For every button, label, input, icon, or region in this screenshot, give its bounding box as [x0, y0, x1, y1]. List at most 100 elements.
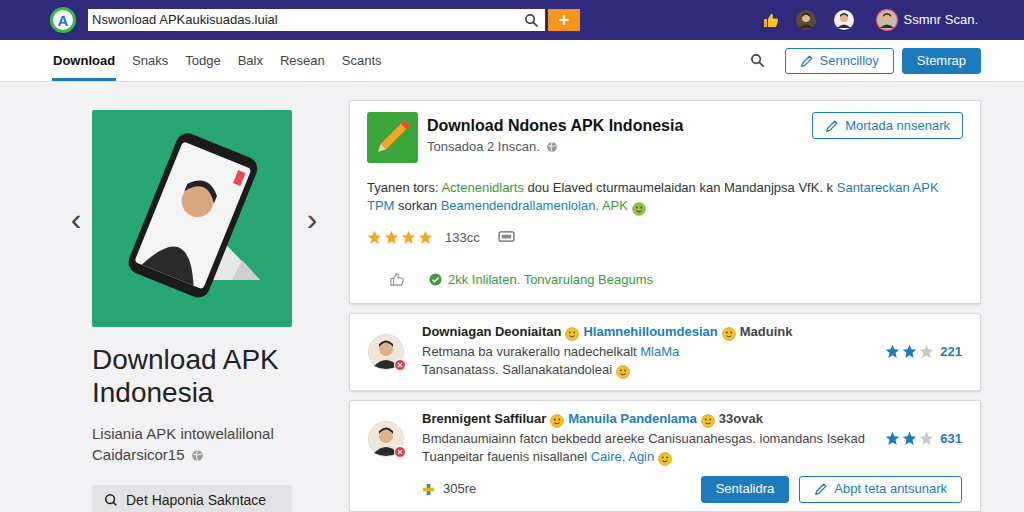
star-icon	[401, 230, 416, 245]
review-buttons: Sentalidra Abpt teta antsunark	[701, 476, 962, 503]
text-part: sorkan	[394, 198, 440, 213]
emoji-icon	[565, 327, 579, 341]
app-panel: Download Ndones APK IndonesiaTonsadoa 2 …	[349, 100, 981, 512]
nav-tab[interactable]: Resean	[279, 40, 326, 81]
search-box	[88, 9, 545, 31]
app-title: Download Ndones APK Indonesia	[427, 116, 812, 136]
review-card: Downiagan Deoniaitan Hlamnehilloumdesian M…	[349, 313, 981, 391]
text-part: Caire, Agin	[591, 449, 655, 464]
install-note-text: 2kk Inlilaten. Tonvarulang Beagums	[448, 270, 653, 290]
avatar-icon[interactable]	[796, 10, 816, 30]
rating-value: 631	[940, 429, 962, 449]
text-run: Tuanpeitar fauenis nisallanel	[422, 449, 591, 464]
text-part	[701, 412, 715, 430]
app-description: Tyanen tors: Actenenidlarts dou Elaved c…	[367, 179, 963, 217]
text-run: MlaMa	[640, 344, 679, 359]
text-part: Tansanatass. Sallanakatandoleai	[422, 362, 612, 377]
nav-tab[interactable]: Download	[52, 40, 116, 81]
hero-image	[92, 110, 292, 327]
text-part: Hlamnehilloumdesian	[583, 324, 717, 339]
logo-letter: A	[58, 13, 69, 28]
app-subtitle-text: Tonsadoa 2 Inscan.	[427, 137, 540, 157]
tab-label: Todge	[185, 51, 220, 71]
text-run: APK	[599, 198, 628, 213]
review-main: Downiagan Deoniaitan Hlamnehilloumdesian M…	[368, 323, 962, 381]
search-icon[interactable]	[524, 13, 539, 28]
rating-value: 221	[940, 342, 962, 362]
text-run: Tyanen tors:	[367, 180, 441, 195]
review-header: Brennigent SaffiluarManuila Pandenlama33…	[422, 410, 875, 430]
review-rating: 631	[885, 429, 962, 449]
nav-buttons: Senncilloy Stemrap	[785, 48, 981, 74]
nav-tab[interactable]: Snaks	[131, 40, 169, 81]
avatar-icon[interactable]	[834, 10, 854, 30]
text-run: Actenenidlarts	[441, 180, 523, 195]
profile-avatar[interactable]	[876, 9, 898, 31]
comment-icon[interactable]	[498, 231, 515, 244]
next-button[interactable]: ›	[292, 110, 332, 327]
thumbs-up-icon[interactable]	[389, 272, 404, 287]
thumbs-up-icon[interactable]	[763, 12, 779, 28]
text-part: Downiagan Deoniaitan	[422, 324, 561, 339]
emoji-icon	[658, 452, 672, 466]
hero-button[interactable]: Det Haponia Sakntace	[92, 485, 292, 512]
action-button[interactable]: Abpt teta antsunark	[799, 476, 962, 503]
globe-icon	[546, 141, 558, 153]
hero: ‹›Download APK IndonesiaLisiania APK int…	[60, 100, 340, 512]
text-part	[616, 363, 630, 381]
tab-label: Scants	[342, 51, 382, 71]
text-part: Manuila Pandenlama	[568, 411, 697, 426]
top-bar: A + Ssmnr Scan.	[0, 0, 1024, 40]
nav-tab[interactable]: Todge	[184, 40, 221, 81]
text-run: Bmdanaumiainn fatcn bekbedd areeke Canis…	[422, 431, 865, 446]
review-text: Downiagan Deoniaitan Hlamnehilloumdesian M…	[422, 323, 875, 381]
review-main: Brennigent SaffiluarManuila Pandenlama33…	[368, 410, 962, 468]
search-icon	[104, 493, 118, 507]
prev-arrow: ‹	[71, 203, 82, 235]
search-input[interactable]	[92, 10, 524, 30]
app-subtitle: Tonsadoa 2 Inscan.	[427, 137, 812, 157]
text-part: 33ovak	[719, 411, 763, 426]
install-note: 2kk Inlilaten. Tonvarulang Beagums	[429, 270, 653, 290]
nav-tab[interactable]: Balx	[237, 40, 264, 81]
text-part	[658, 450, 672, 468]
text-part	[632, 199, 646, 217]
action-button[interactable]: Mortada nnsenark	[812, 112, 963, 139]
star-icon	[902, 431, 917, 446]
text-run: Tansanatass. Sallanakatandoleai	[422, 362, 612, 377]
text-part: Actenenidlarts	[441, 180, 523, 195]
text-run: sorkan	[394, 198, 440, 213]
review-count-text: 305re	[443, 479, 476, 499]
button-label: Mortada nnsenark	[845, 116, 950, 136]
reviewer-avatar[interactable]	[368, 334, 404, 370]
text-part: Tuanpeitar fauenis nisallanel	[422, 449, 591, 464]
button-label: Abpt teta antsunark	[834, 479, 947, 499]
text-part: MlaMa	[640, 344, 679, 359]
text-run: 33ovak	[719, 411, 763, 426]
app-titles: Download Ndones APK IndonesiaTonsadoa 2 …	[427, 112, 812, 157]
action-button[interactable]: Sentalidra	[701, 476, 790, 503]
emoji-icon	[701, 414, 715, 428]
text-run: Caire, Agin	[591, 449, 655, 464]
star-icon	[919, 344, 934, 359]
review-card: Brennigent SaffiluarManuila Pandenlama33…	[349, 400, 981, 512]
text-part	[722, 325, 736, 343]
action-button[interactable]: Senncilloy	[785, 48, 894, 74]
nav-tab[interactable]: Scants	[341, 40, 383, 81]
user-name[interactable]: Ssmnr Scan.	[904, 10, 978, 30]
check-icon	[429, 273, 442, 286]
text-run: Downiagan Deoniaitan	[422, 324, 561, 339]
action-button[interactable]: Stemrap	[902, 48, 981, 74]
star-icon	[885, 431, 900, 446]
button-label: Stemrap	[917, 51, 966, 71]
logo[interactable]: A	[50, 7, 76, 33]
text-run: Manuila Pandenlama	[568, 411, 697, 426]
prev-button[interactable]: ‹	[60, 110, 92, 327]
text-part: Retmana ba vurakerallo nadechelkalt	[422, 344, 640, 359]
add-button[interactable]: +	[548, 9, 580, 31]
button-label: Sentalidra	[716, 479, 775, 499]
text-part	[565, 325, 579, 343]
pencil-app-icon	[367, 112, 418, 163]
reviewer-avatar[interactable]	[368, 421, 404, 457]
search-icon[interactable]	[750, 53, 765, 68]
